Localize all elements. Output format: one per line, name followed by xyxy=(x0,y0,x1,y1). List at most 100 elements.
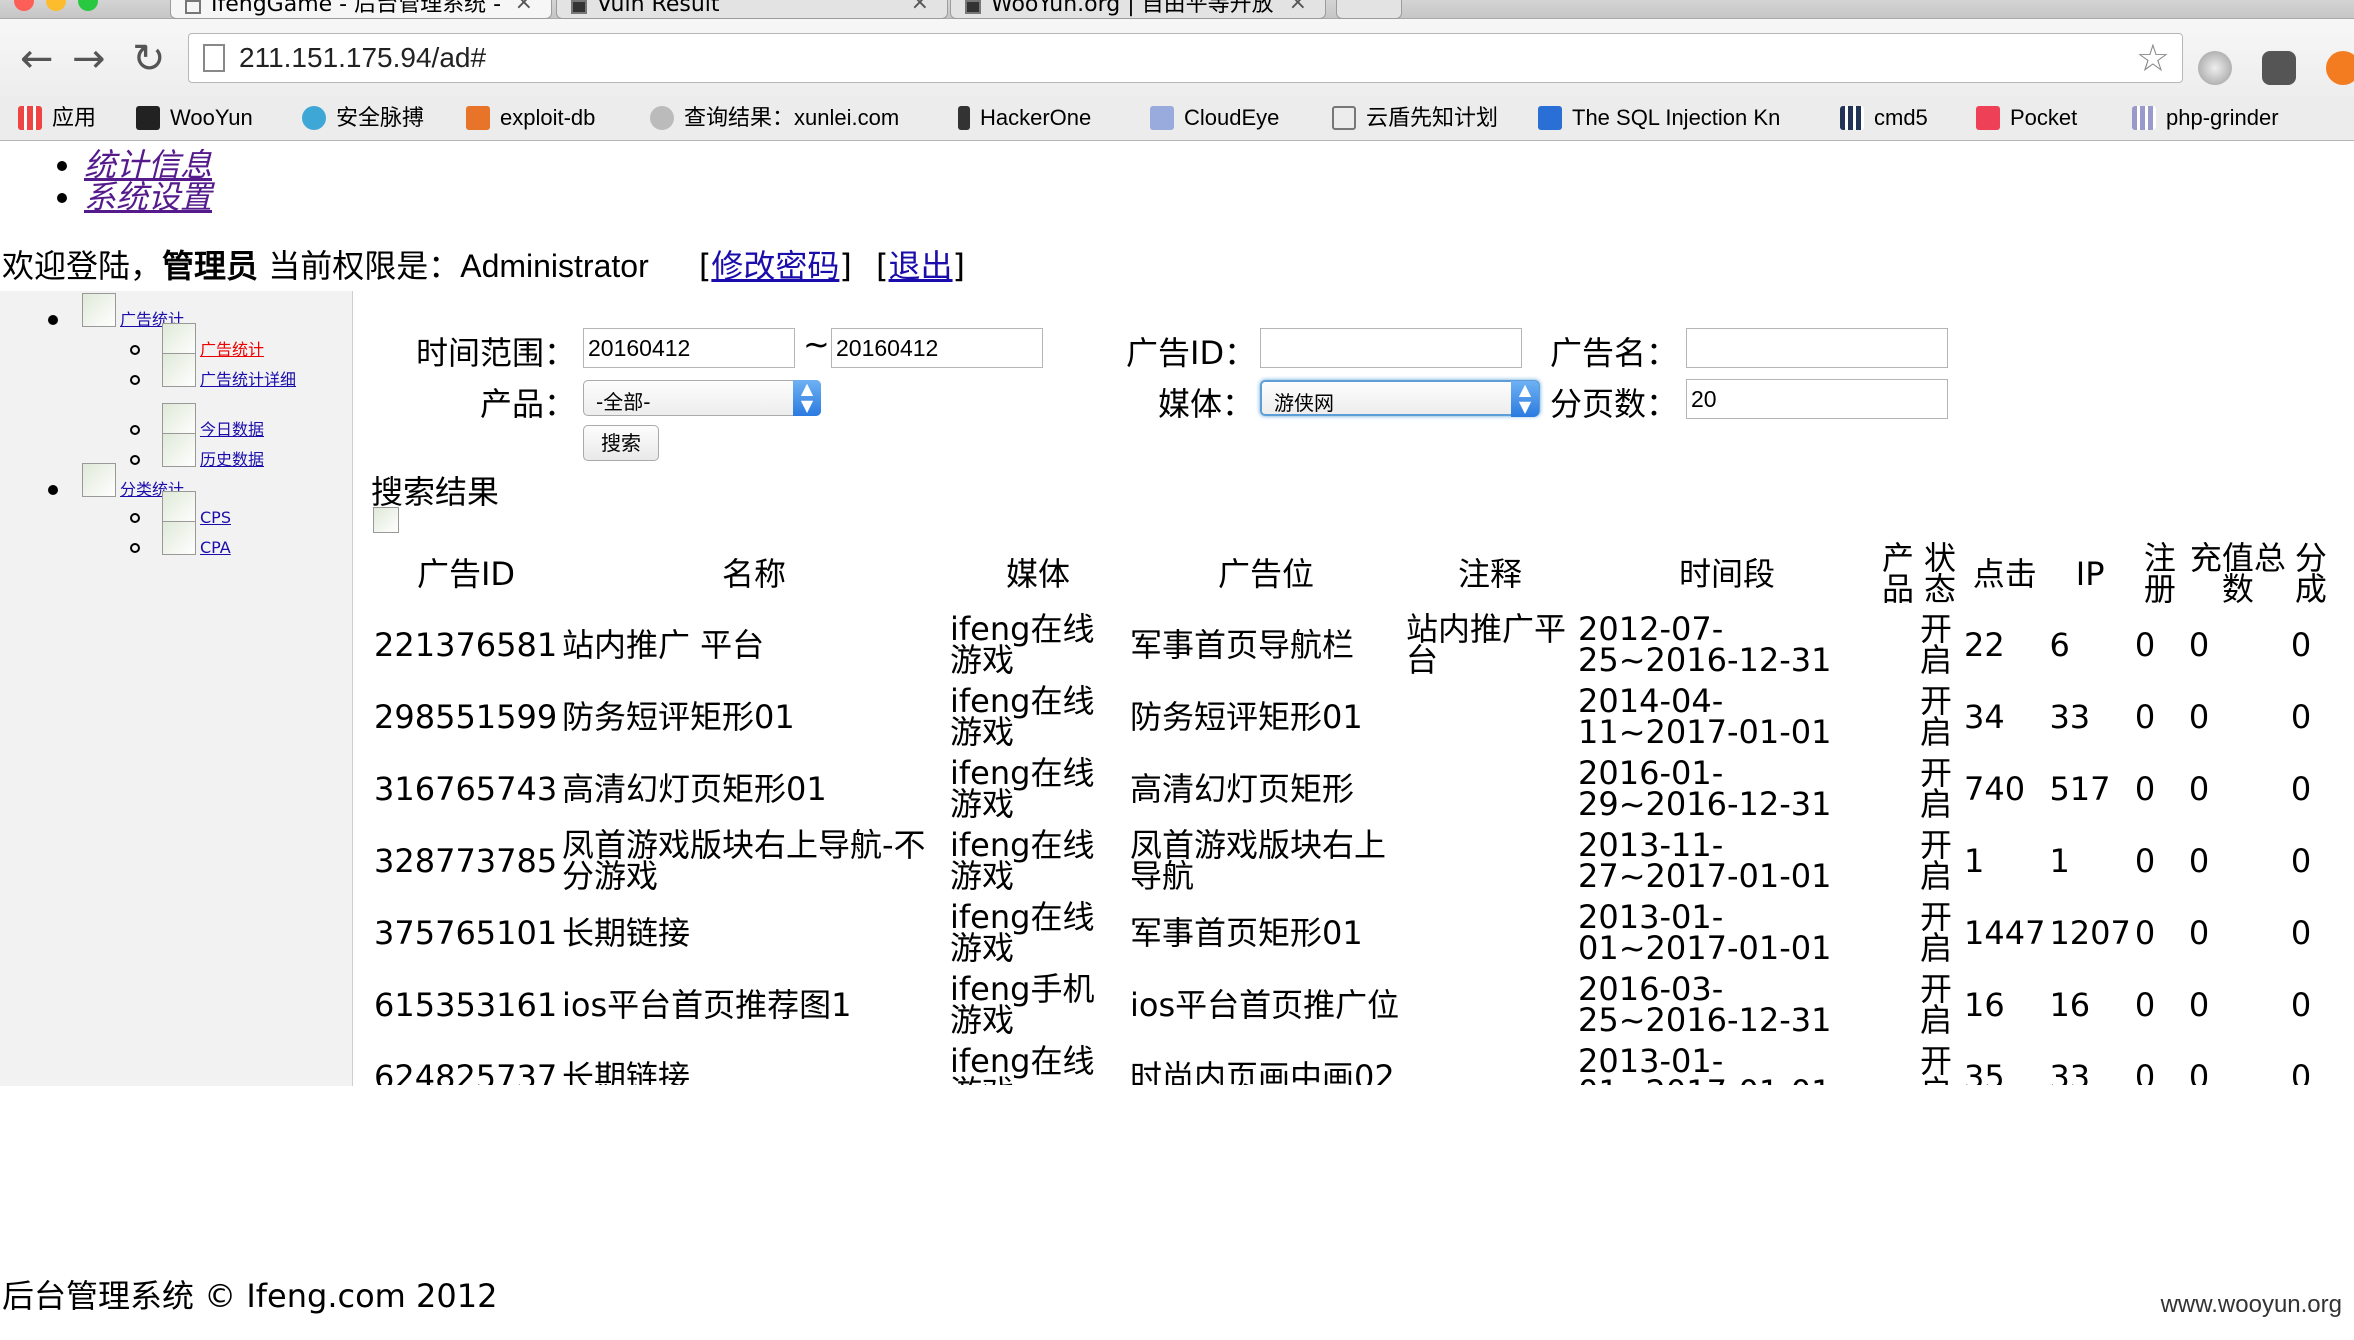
ad-id-input[interactable] xyxy=(1260,328,1522,368)
bookmark-wooyun[interactable]: WooYun xyxy=(136,104,253,132)
cell-share: 0 xyxy=(2290,625,2312,664)
cell-time-range: 2013-11-27~2017-01-01 xyxy=(1578,826,1832,895)
bookmark-exploit-db[interactable]: exploit-db xyxy=(466,104,595,132)
bookmark-xunlei[interactable]: 查询结果：xunlei.com xyxy=(650,104,899,132)
broken-image-icon xyxy=(82,293,116,327)
table-row: 221376581 站内推广 平台 ifeng在线游戏 军事首页导航栏 站内推广… xyxy=(374,609,2331,681)
results-table-container: 广告ID 名称 媒体 广告位 注释 时间段 产品 状态 点击 IP 注册 充值总… xyxy=(370,539,2354,1085)
cell-ad-slot: 军事首页矩形01 xyxy=(1130,913,1363,952)
close-window-button[interactable] xyxy=(14,0,34,11)
bookmark-label: Pocket xyxy=(2010,105,2078,130)
cell-clicks: 22 xyxy=(1964,625,2005,664)
column-header[interactable]: 时间段 xyxy=(1578,539,1876,609)
cell-registrations: 0 xyxy=(2134,625,2156,664)
sidebar-item-label[interactable]: 广告统计详细 xyxy=(200,370,296,389)
reload-icon[interactable]: ↻ xyxy=(132,39,166,79)
nav-link-system-settings[interactable]: 系统设置 xyxy=(84,178,212,216)
browser-tab-active[interactable]: IfengGame - 后台管理系统 - × xyxy=(170,0,552,19)
date-from-input[interactable] xyxy=(583,328,795,368)
column-header[interactable]: IP xyxy=(2049,539,2130,609)
bookmark-apps[interactable]: 应用 xyxy=(18,104,96,132)
cell-ad-id: 375765101 xyxy=(374,913,558,952)
sidebar-item-label[interactable]: CPA xyxy=(200,538,231,557)
close-tab-icon[interactable]: × xyxy=(911,0,929,14)
cell-ad-slot: 高清幻灯页矩形 xyxy=(1130,769,1355,808)
page-icon xyxy=(185,0,201,14)
bookmark-hackerone[interactable]: HackerOne xyxy=(958,104,1091,132)
cell-clicks: 740 xyxy=(1964,769,2026,808)
cell-status: 开启 xyxy=(1920,610,1953,679)
top-nav-item: 统计信息 xyxy=(84,149,212,181)
cell-name: 高清幻灯页矩形01 xyxy=(562,769,827,808)
page-icon xyxy=(571,0,587,14)
address-bar[interactable]: 211.151.175.94/ad# ☆ xyxy=(188,33,2183,83)
cell-ip: 6 xyxy=(2049,625,2070,664)
cell-ad-id: 221376581 xyxy=(374,625,558,664)
pocket-extension-icon[interactable] xyxy=(2262,51,2296,85)
sidebar-item-ad-stats-detail[interactable]: 广告统计详细 xyxy=(162,353,334,396)
column-header[interactable]: 名称 xyxy=(562,539,946,609)
change-password-link[interactable]: 修改密码 xyxy=(711,247,839,285)
forward-arrow-icon[interactable]: → xyxy=(72,39,106,79)
globe-icon xyxy=(650,106,674,130)
wooyun-icon xyxy=(136,106,160,130)
column-header[interactable]: 产品 xyxy=(1880,539,1916,609)
cell-product xyxy=(1880,1041,1916,1085)
cell-time-range: 2012-07-25~2016-12-31 xyxy=(1578,610,1832,679)
column-header[interactable]: 充值总数 xyxy=(2189,539,2287,609)
table-row: 316765743 高清幻灯页矩形01 ifeng在线游戏 高清幻灯页矩形 20… xyxy=(374,753,2331,825)
url-text[interactable]: 211.151.175.94/ad# xyxy=(239,42,486,74)
bookmark-star-icon[interactable]: ☆ xyxy=(2136,36,2170,80)
extension-icon[interactable] xyxy=(2326,51,2354,85)
column-header[interactable]: 媒体 xyxy=(950,539,1126,609)
sidebar-item-label[interactable]: 历史数据 xyxy=(200,450,264,469)
back-arrow-icon[interactable]: ← xyxy=(20,39,54,79)
cell-ip: 1 xyxy=(2049,841,2070,880)
bookmark-label: 安全脉搏 xyxy=(336,105,425,130)
column-header[interactable]: 分成 xyxy=(2291,539,2331,609)
column-header[interactable]: 点击 xyxy=(1964,539,2045,609)
browser-tab[interactable]: WooYun.org | 自由平等开放 × xyxy=(950,0,1326,19)
minimize-window-button[interactable] xyxy=(46,0,66,11)
bookmark-xianzhi[interactable]: 云盾先知计划 xyxy=(1332,104,1498,132)
close-tab-icon[interactable]: × xyxy=(515,0,533,14)
column-header[interactable]: 状态 xyxy=(1920,539,1960,609)
table-row: 328773785 凤首游戏版块右上导航-不分游戏 ifeng在线游戏 凤首游戏… xyxy=(374,825,2331,897)
welcome-bar: 欢迎登陆，管理员 当前权限是：Administrator [修改密码] [退出] xyxy=(2,247,966,285)
date-to-input[interactable] xyxy=(831,328,1043,368)
sidebar: 广告统计 广告统计 广告统计详细 今日数据 历史数据 分类统计 CPS CPA xyxy=(0,291,353,1086)
globe-icon[interactable] xyxy=(2198,51,2232,85)
column-header[interactable]: 注册 xyxy=(2135,539,2185,609)
column-header[interactable]: 广告位 xyxy=(1130,539,1402,609)
sidebar-item-cpa[interactable]: CPA xyxy=(162,521,231,564)
top-nav: 统计信息 系统设置 xyxy=(0,149,212,213)
bookmark-sql-injection[interactable]: The SQL Injection Kn xyxy=(1538,104,1780,132)
footer-text: 后台管理系统 © Ifeng.com 2012 xyxy=(2,1277,498,1315)
bookmark-label: 应用 xyxy=(52,105,97,130)
ad-name-input[interactable] xyxy=(1686,328,1948,368)
close-tab-icon[interactable]: × xyxy=(1289,0,1307,14)
cell-media: ifeng在线游戏 xyxy=(950,826,1095,895)
bookmark-cmd5[interactable]: cmd5 xyxy=(1840,104,1928,132)
bookmark-pocket[interactable]: Pocket xyxy=(1976,104,2077,132)
cell-media: ifeng在线游戏 xyxy=(950,610,1095,679)
cell-product xyxy=(1880,681,1916,753)
column-header[interactable]: 广告ID xyxy=(374,539,558,609)
logout-link[interactable]: 退出 xyxy=(889,247,953,285)
cell-recharge-total: 0 xyxy=(2188,697,2210,736)
bookmark-anquanmaibo[interactable]: 安全脉搏 xyxy=(302,104,424,132)
maximize-window-button[interactable] xyxy=(78,0,98,11)
media-select[interactable]: 游侠网 ▲ ▼ xyxy=(1260,380,1540,417)
cell-time-range: 2014-04-11~2017-01-01 xyxy=(1578,682,1832,751)
search-button[interactable]: 搜索 xyxy=(583,425,659,461)
page-size-input[interactable] xyxy=(1686,379,1948,419)
bookmark-php-grinder[interactable]: php-grinder xyxy=(2132,104,2279,132)
cell-status: 开启 xyxy=(1920,682,1953,751)
list-bullet xyxy=(130,375,140,385)
browser-tab[interactable]: Vuln Result × xyxy=(556,0,948,19)
new-tab-button[interactable] xyxy=(1336,0,1402,19)
browser-toolbar: ← → ↻ 211.151.175.94/ad# ☆ xyxy=(0,19,2354,107)
column-header[interactable]: 注释 xyxy=(1406,539,1574,609)
product-select[interactable]: -全部- ▲ ▼ xyxy=(583,380,821,416)
bookmark-cloudeye[interactable]: CloudEye xyxy=(1150,104,1279,132)
